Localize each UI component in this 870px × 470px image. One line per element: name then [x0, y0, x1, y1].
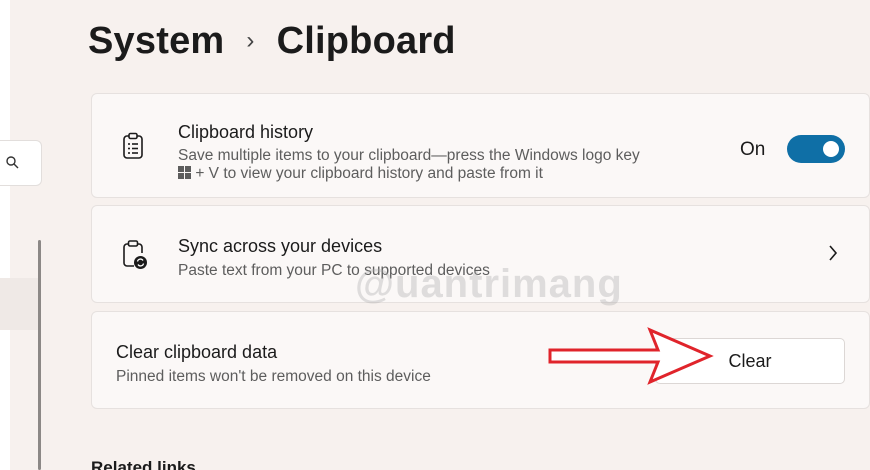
- clear-clipboard-card: Clear clipboard data Pinned items won't …: [91, 311, 870, 409]
- clipboard-list-icon: [123, 132, 143, 159]
- search-icon: [6, 156, 19, 169]
- clipboard-history-card: Clipboard history Save multiple items to…: [91, 93, 870, 198]
- clipboard-history-desc-line1: Save multiple items to your clipboard—pr…: [178, 147, 640, 164]
- clear-clipboard-title: Clear clipboard data: [116, 342, 278, 362]
- breadcrumb-separator: ›: [246, 27, 255, 54]
- watermark: @uantrimang: [355, 262, 623, 306]
- nav-pane-edge: [0, 0, 10, 470]
- breadcrumb: System › Clipboard: [88, 18, 456, 64]
- toggle-state-label: On: [740, 139, 766, 160]
- breadcrumb-system[interactable]: System: [88, 20, 224, 63]
- clipboard-history-title: Clipboard history: [178, 122, 314, 142]
- clear-clipboard-desc: Pinned items won't be removed on this de…: [116, 368, 431, 385]
- red-arrow-annotation: [548, 327, 714, 385]
- clipboard-history-desc-line2: + V to view your clipboard history and p…: [178, 165, 543, 183]
- search-box[interactable]: [0, 140, 42, 186]
- nav-scrollbar[interactable]: [38, 240, 41, 470]
- sync-devices-title: Sync across your devices: [178, 236, 383, 256]
- page-title: Clipboard: [276, 19, 456, 62]
- toggle-knob: [823, 141, 839, 157]
- clipboard-history-toggle[interactable]: [787, 135, 845, 163]
- windows-logo-icon: [178, 166, 191, 179]
- clipboard-sync-icon: [123, 240, 147, 269]
- clipboard-history-desc-text: + V to view your clipboard history and p…: [195, 165, 543, 182]
- related-links-heading: Related links: [91, 458, 196, 470]
- nav-selected-item[interactable]: [0, 278, 40, 330]
- chevron-right-icon[interactable]: [828, 244, 838, 262]
